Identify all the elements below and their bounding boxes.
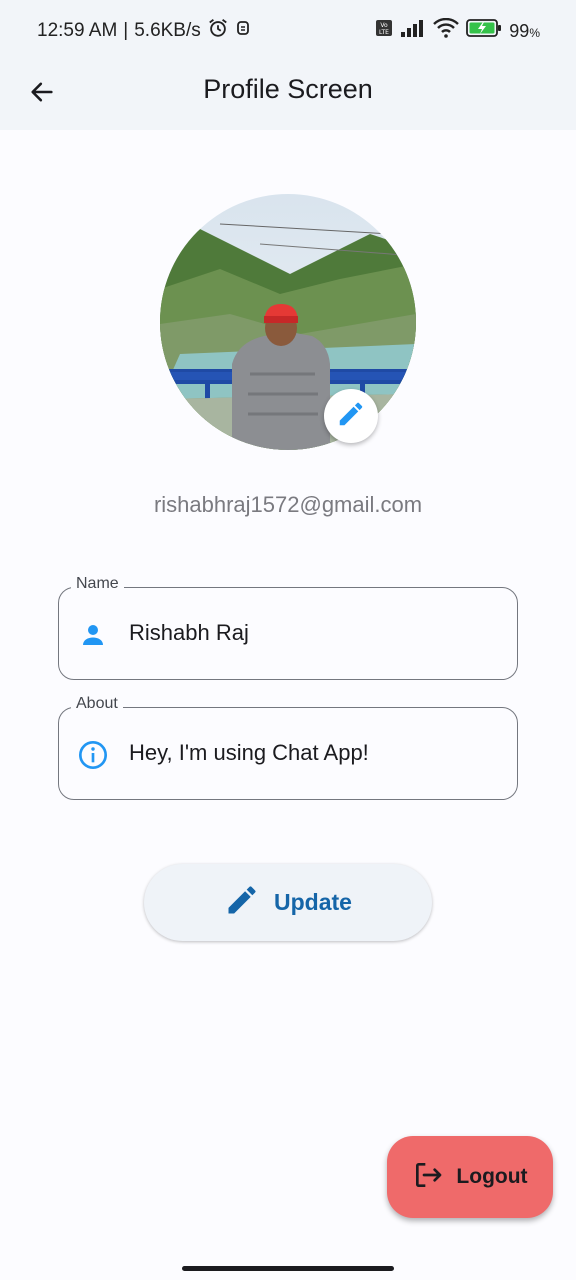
name-field-label: Name — [71, 575, 124, 593]
status-net-speed: 5.6KB/s — [134, 20, 201, 41]
about-field-value[interactable]: Hey, I'm using Chat App! — [129, 740, 369, 766]
wifi-icon — [433, 17, 460, 44]
notification-icon — [235, 19, 251, 43]
update-button[interactable]: Update — [144, 864, 432, 941]
update-button-label: Update — [274, 889, 352, 915]
svg-text:Vo: Vo — [381, 22, 389, 29]
person-icon — [77, 619, 109, 651]
about-field[interactable]: About Hey, I'm using Chat App! — [58, 695, 518, 800]
status-bar: 12:59 AM | 5.6KB/s Vo LTE 99% — [0, 0, 576, 62]
status-separator: | — [123, 20, 129, 41]
about-field-label: About — [71, 695, 123, 713]
signal-icon — [400, 18, 426, 44]
pencil-icon — [224, 882, 260, 923]
alarm-icon — [207, 17, 229, 45]
battery-percent: 99% — [509, 20, 540, 41]
status-time: 12:59 AM — [37, 20, 118, 41]
edit-avatar-button[interactable] — [324, 389, 378, 443]
volte-icon: Vo LTE — [375, 19, 393, 43]
logout-icon — [412, 1159, 444, 1196]
battery-charging-icon — [466, 18, 502, 44]
pencil-icon — [336, 399, 366, 434]
home-indicator[interactable] — [182, 1266, 394, 1271]
status-left: 12:59 AM | 5.6KB/s — [37, 17, 251, 45]
profile-email: rishabhraj1572@gmail.com — [153, 492, 423, 517]
logout-button-label: Logout — [456, 1165, 528, 1188]
app-bar: Profile Screen — [0, 62, 576, 130]
name-field[interactable]: Name Rishabh Raj — [58, 575, 518, 680]
status-right: Vo LTE 99% — [375, 17, 540, 44]
logout-button[interactable]: Logout — [387, 1136, 553, 1218]
page-title: Profile Screen — [203, 74, 373, 104]
info-icon — [77, 739, 109, 771]
svg-text:LTE: LTE — [379, 29, 389, 36]
name-field-value[interactable]: Rishabh Raj — [129, 620, 249, 646]
